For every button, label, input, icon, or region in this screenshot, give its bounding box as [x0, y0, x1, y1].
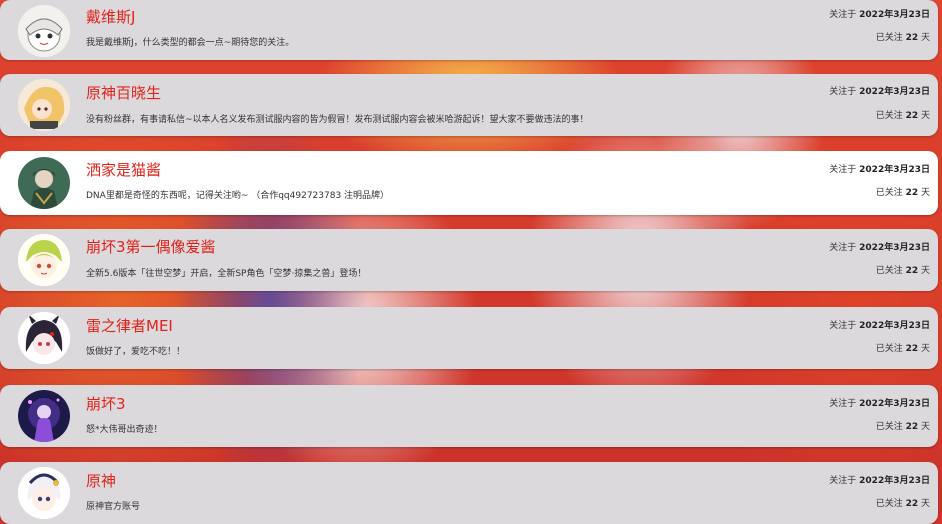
user-name[interactable]: 原神	[86, 470, 116, 491]
avatar-green-character-icon	[18, 157, 70, 209]
follow-since: 关注于 2022年3月23日	[829, 243, 930, 253]
follow-date: 2022年3月23日	[859, 10, 930, 20]
user-card[interactable]: 原神百晓生 没有粉丝群，有事请私信~以本人名义发布测试服内容的皆为假冒！发布测试…	[0, 74, 938, 136]
follow-days: 已关注 22 天	[875, 266, 930, 276]
follow-days: 已关注 22 天	[875, 188, 930, 198]
follow-days: 已关注 22 天	[875, 33, 930, 43]
follow-days-count: 22	[905, 111, 919, 121]
user-avatar[interactable]	[18, 234, 70, 286]
follow-since: 关注于 2022年3月23日	[829, 87, 930, 97]
user-description: 饭做好了，爱吃不吃！！	[86, 347, 186, 357]
user-avatar[interactable]	[18, 5, 70, 57]
avatar-green-hair-chibi-icon	[18, 234, 70, 286]
user-description: 全新5.6版本「往世空梦」开启，全新SP角色「空梦·掠集之兽」登场！	[86, 269, 367, 279]
follow-date: 2022年3月23日	[859, 399, 930, 409]
avatar-paimon-icon	[18, 467, 70, 519]
user-card[interactable]: 洒家是猫酱 DNA里都是奇怪的东西呢，记得关注哟~ （合作qq492723783…	[0, 151, 938, 215]
follow-days-count: 22	[905, 422, 919, 432]
follow-days-count: 22	[905, 499, 919, 509]
avatar-blonde-character-icon	[18, 79, 70, 131]
user-name[interactable]: 戴维斯J	[86, 6, 135, 27]
user-description: 原神官方账号	[86, 502, 141, 512]
follow-days: 已关注 22 天	[875, 499, 930, 509]
user-name[interactable]: 洒家是猫酱	[86, 159, 161, 180]
follow-since: 关注于 2022年3月23日	[829, 321, 930, 331]
user-card[interactable]: 崩坏3第一偶像爱酱 全新5.6版本「往世空梦」开启，全新SP角色「空梦·掠集之兽…	[0, 229, 938, 291]
user-avatar[interactable]	[18, 157, 70, 209]
follow-date: 2022年3月23日	[859, 321, 930, 331]
follow-days-count: 22	[905, 188, 919, 198]
follow-days: 已关注 22 天	[875, 344, 930, 354]
user-name[interactable]: 原神百晓生	[86, 82, 161, 103]
follow-date: 2022年3月23日	[859, 476, 930, 486]
follow-days: 已关注 22 天	[875, 422, 930, 432]
user-name[interactable]: 崩坏3第一偶像爱酱	[86, 236, 216, 257]
user-avatar[interactable]	[18, 79, 70, 131]
follow-since: 关注于 2022年3月23日	[829, 399, 930, 409]
user-name[interactable]: 雷之律者MEI	[86, 315, 173, 336]
avatar-dark-hair-horns-icon	[18, 312, 70, 364]
user-description: 怒*大伟哥出奇迹！	[86, 425, 163, 435]
follow-date: 2022年3月23日	[859, 243, 930, 253]
follow-since: 关注于 2022年3月23日	[829, 476, 930, 486]
follow-since: 关注于 2022年3月23日	[829, 10, 930, 20]
follow-date: 2022年3月23日	[859, 165, 930, 175]
avatar-chibi-white-hair-icon	[18, 5, 70, 57]
follow-days-count: 22	[905, 344, 919, 354]
user-card[interactable]: 原神 原神官方账号 关注于 2022年3月23日 已关注 22 天	[0, 462, 938, 524]
follow-days-count: 22	[905, 266, 919, 276]
follow-date: 2022年3月23日	[859, 87, 930, 97]
user-avatar[interactable]	[18, 390, 70, 442]
user-name[interactable]: 崩坏3	[86, 393, 126, 414]
follow-days-count: 22	[905, 33, 919, 43]
user-card[interactable]: 崩坏3 怒*大伟哥出奇迹！ 关注于 2022年3月23日 已关注 22 天	[0, 385, 938, 447]
follow-days: 已关注 22 天	[875, 111, 930, 121]
follow-since: 关注于 2022年3月23日	[829, 165, 930, 175]
user-card[interactable]: 戴维斯J 我是戴维斯J，什么类型的都会一点~期待您的关注。 关注于 2022年3…	[0, 0, 938, 60]
user-description: 没有粉丝群，有事请私信~以本人名义发布测试服内容的皆为假冒！发布测试服内容会被米…	[86, 115, 589, 125]
user-avatar[interactable]	[18, 312, 70, 364]
user-description: DNA里都是奇怪的东西呢，记得关注哟~ （合作qq492723783 注明品牌）	[86, 191, 390, 201]
user-avatar[interactable]	[18, 467, 70, 519]
user-card[interactable]: 雷之律者MEI 饭做好了，爱吃不吃！！ 关注于 2022年3月23日 已关注 2…	[0, 307, 938, 369]
user-description: 我是戴维斯J，什么类型的都会一点~期待您的关注。	[86, 38, 295, 48]
avatar-purple-glow-icon	[18, 390, 70, 442]
